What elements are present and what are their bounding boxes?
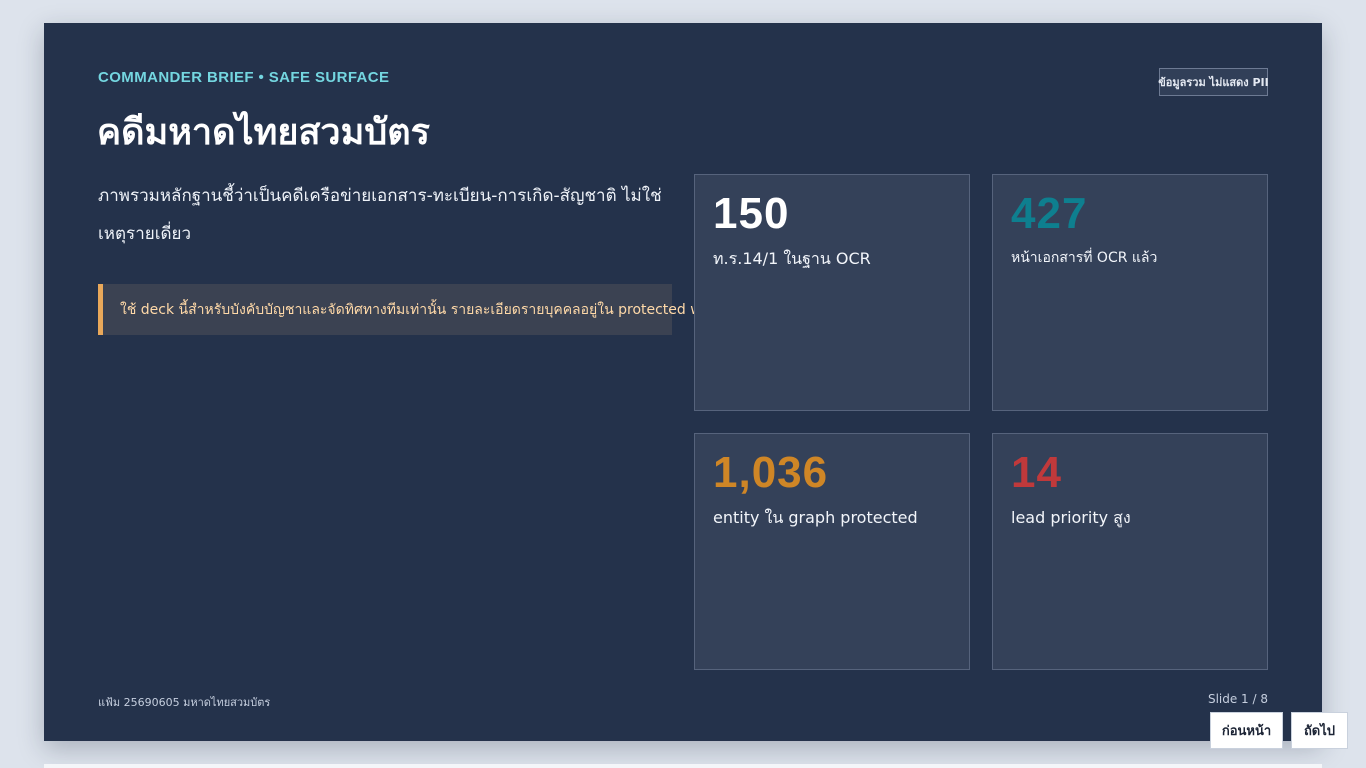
slide-eyebrow: COMMANDER BRIEF • SAFE SURFACE bbox=[98, 69, 390, 86]
stat-label: ท.ร.14/1 ในฐาน OCR bbox=[713, 249, 871, 268]
previous-button[interactable]: ก่อนหน้า bbox=[1210, 712, 1283, 749]
slide-counter: Slide 1 / 8 bbox=[1207, 692, 1268, 706]
stat-value: 1,036 bbox=[713, 448, 829, 497]
stat-label: หน้าเอกสารที่ OCR แล้ว bbox=[1011, 250, 1158, 266]
stat-card-priority-leads: 14 lead priority สูง bbox=[992, 433, 1268, 670]
warning-callout: ใช้ deck นี้สำหรับบังคับบัญชาและจัดทิศทา… bbox=[98, 284, 758, 335]
case-file-footer: แฟ้ม 25690605 มหาดไทยสวมบัตร bbox=[98, 696, 271, 709]
slide: COMMANDER BRIEF • SAFE SURFACE ข้อมูลรวม… bbox=[44, 23, 1322, 741]
stat-value: 150 bbox=[713, 189, 790, 238]
stat-label: lead priority สูง bbox=[1011, 508, 1131, 527]
slide-title: คดีมหาดไทยสวมบัตร bbox=[97, 112, 430, 153]
callout-text: ใช้ deck นี้สำหรับบังคับบัญชาและจัดทิศทา… bbox=[120, 301, 759, 318]
stat-card-tr14: 150 ท.ร.14/1 ในฐาน OCR bbox=[694, 174, 970, 411]
stat-label: entity ใน graph protected bbox=[713, 508, 918, 527]
stat-value: 427 bbox=[1011, 189, 1088, 238]
slide-summary: ภาพรวมหลักฐานชี้ว่าเป็นคดีเครือข่ายเอกสา… bbox=[98, 186, 662, 244]
stat-value: 14 bbox=[1011, 448, 1062, 497]
stat-card-ocr-pages: 427 หน้าเอกสารที่ OCR แล้ว bbox=[992, 174, 1268, 411]
pii-badge: ข้อมูลรวม ไม่แสดง PII bbox=[1158, 68, 1269, 96]
next-slide-edge bbox=[44, 764, 1322, 768]
stat-card-entities: 1,036 entity ใน graph protected bbox=[694, 433, 970, 670]
next-button[interactable]: ถัดไป bbox=[1291, 712, 1348, 749]
